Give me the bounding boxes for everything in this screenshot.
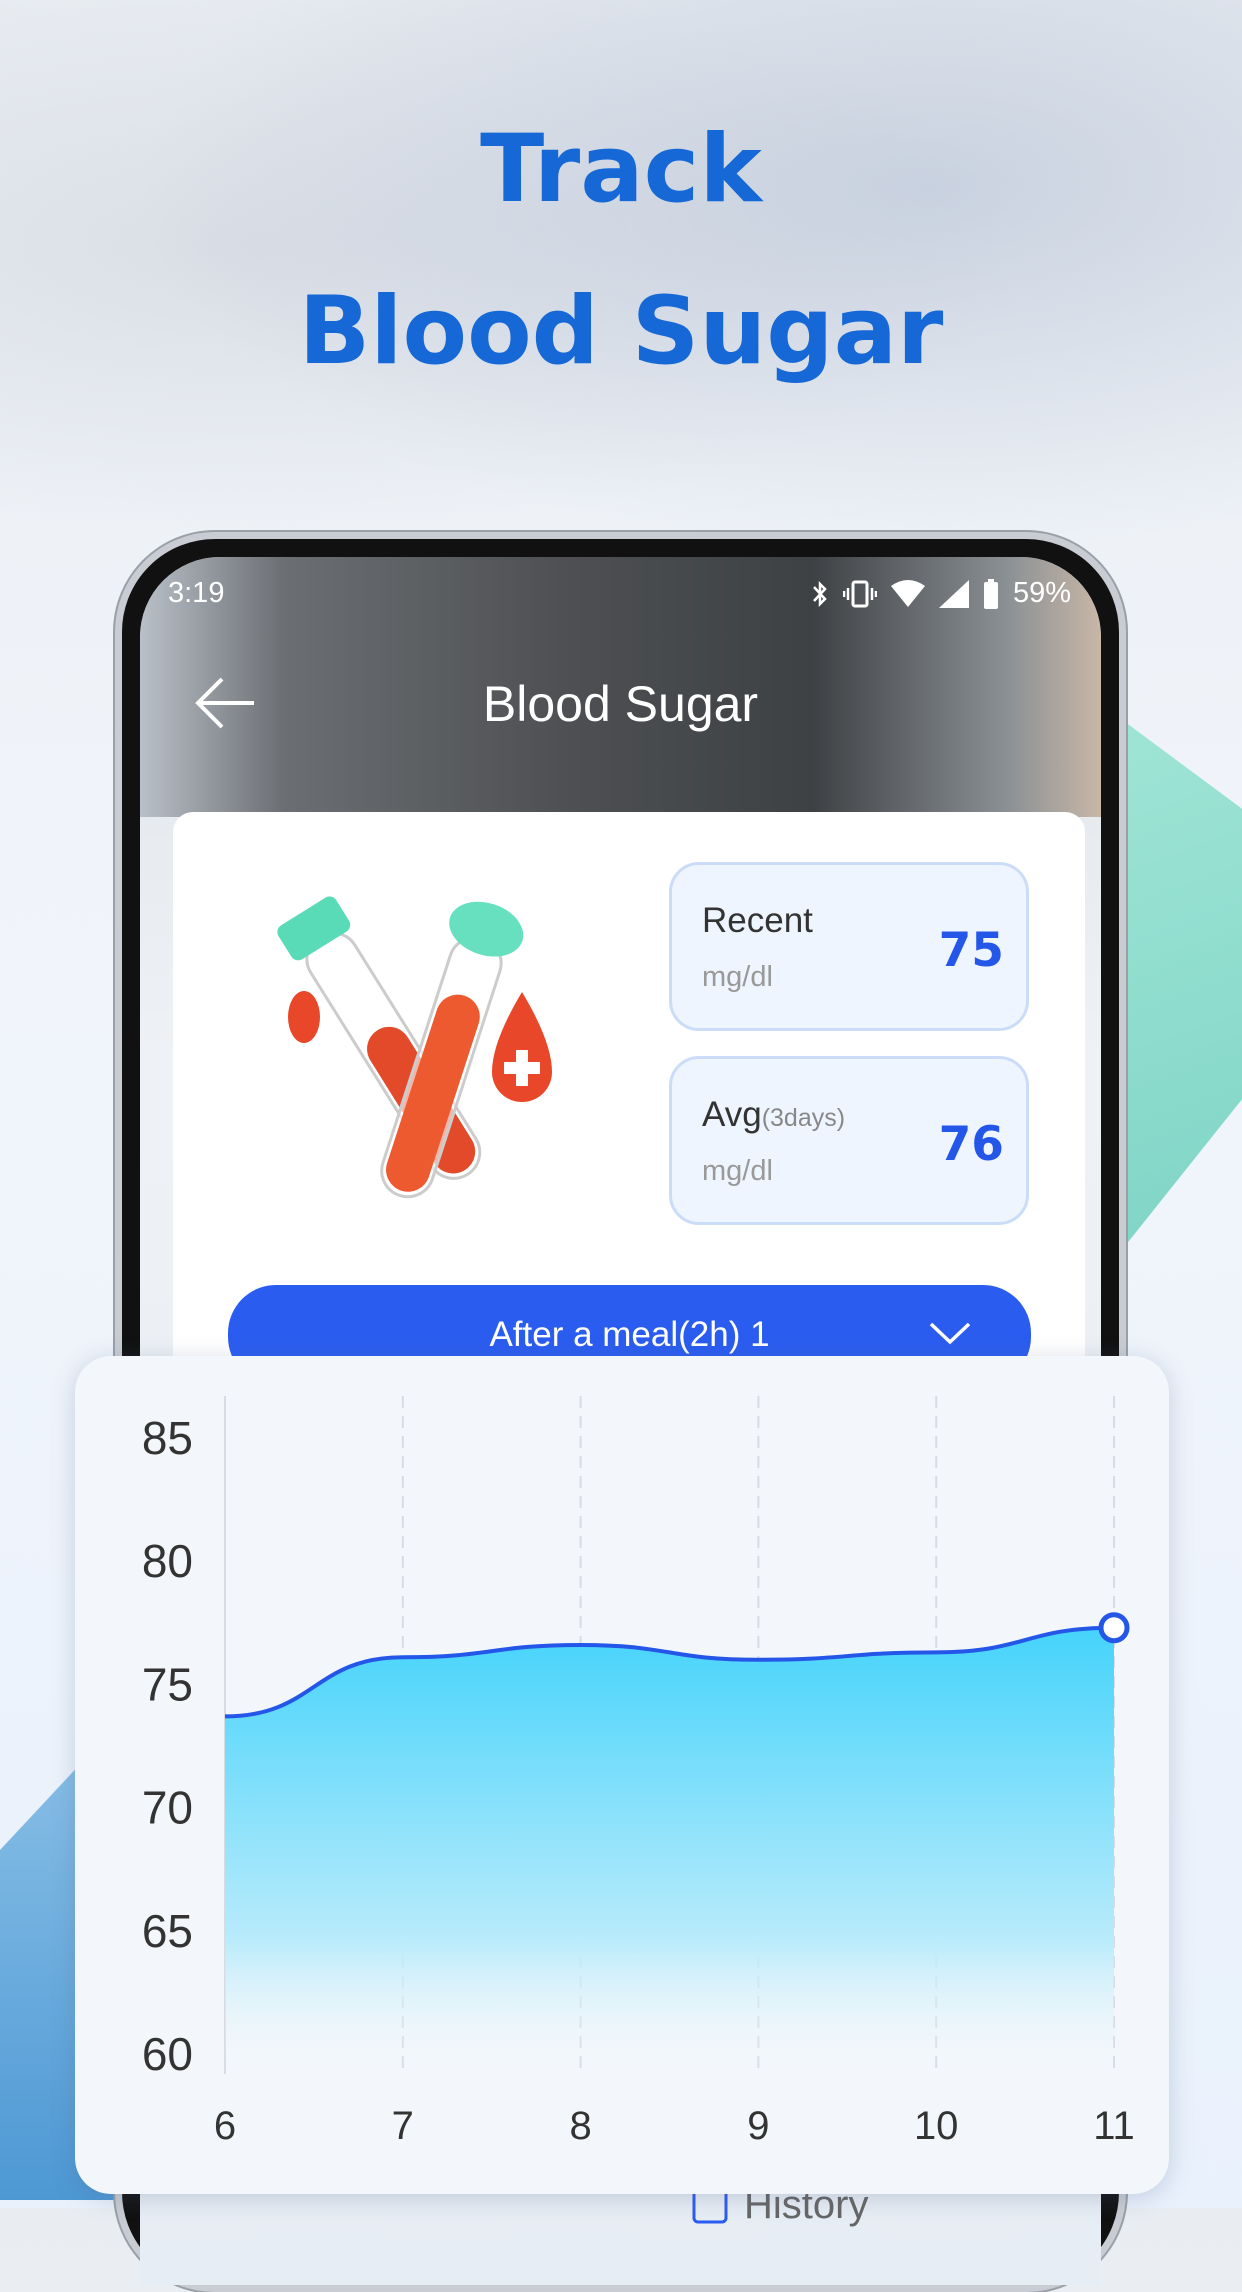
x-tick-label: 10 (914, 2104, 959, 2148)
headline-line2: Blood Sugar (298, 277, 944, 386)
y-tick-label: 85 (142, 1412, 193, 1464)
status-bar: 3:19 59% (140, 577, 1101, 617)
vibrate-icon (842, 580, 877, 607)
status-time: 3:19 (168, 577, 225, 609)
chart-card: 85 80 75 70 65 60 6 7 8 9 10 11 (75, 1356, 1169, 2194)
battery-icon (983, 578, 998, 609)
chart-area (225, 1627, 1114, 2074)
recent-unit: mg/dl (702, 961, 773, 993)
x-tick-label: 9 (747, 2104, 769, 2148)
y-tick-label: 70 (142, 1782, 193, 1834)
y-tick-label: 60 (142, 2028, 193, 2080)
x-tick-label: 7 (392, 2104, 414, 2148)
wifi-icon (890, 579, 925, 607)
average-reading-box: Avg(3days) mg/dl 76 (669, 1056, 1029, 1225)
avg-label: Avg(3days) (702, 1095, 845, 1135)
y-tick-label: 80 (142, 1535, 193, 1587)
y-tick-label: 65 (142, 1905, 193, 1957)
y-tick-label: 75 (142, 1658, 193, 1710)
avg-label-text: Avg (702, 1095, 762, 1134)
x-tick-label: 6 (214, 2104, 236, 2148)
recent-reading-box: Recent mg/dl 75 (669, 862, 1029, 1031)
signal-icon (938, 579, 969, 608)
recent-label: Recent (702, 901, 813, 940)
headline-line1: Track (480, 115, 762, 224)
bluetooth-icon (813, 580, 827, 607)
chevron-down-icon (929, 1322, 971, 1345)
avg-unit: mg/dl (702, 1155, 773, 1187)
battery-percent: 59% (1012, 577, 1071, 609)
dropdown-selected: After a meal(2h) 1 (489, 1315, 770, 1354)
avg-qualifier: (3days) (761, 1104, 846, 1132)
page-title: Blood Sugar (482, 676, 759, 732)
blood-sugar-chart: 85 80 75 70 65 60 6 7 8 9 10 11 (142, 1396, 1135, 2148)
avg-value: 76 (938, 1117, 1004, 1172)
x-tick-label: 11 (1093, 2104, 1135, 2148)
x-tick-label: 8 (569, 2104, 591, 2148)
blood-test-tubes-illustration (277, 896, 552, 1199)
data-point-highlight (1098, 1612, 1130, 1644)
recent-value: 75 (938, 923, 1004, 978)
